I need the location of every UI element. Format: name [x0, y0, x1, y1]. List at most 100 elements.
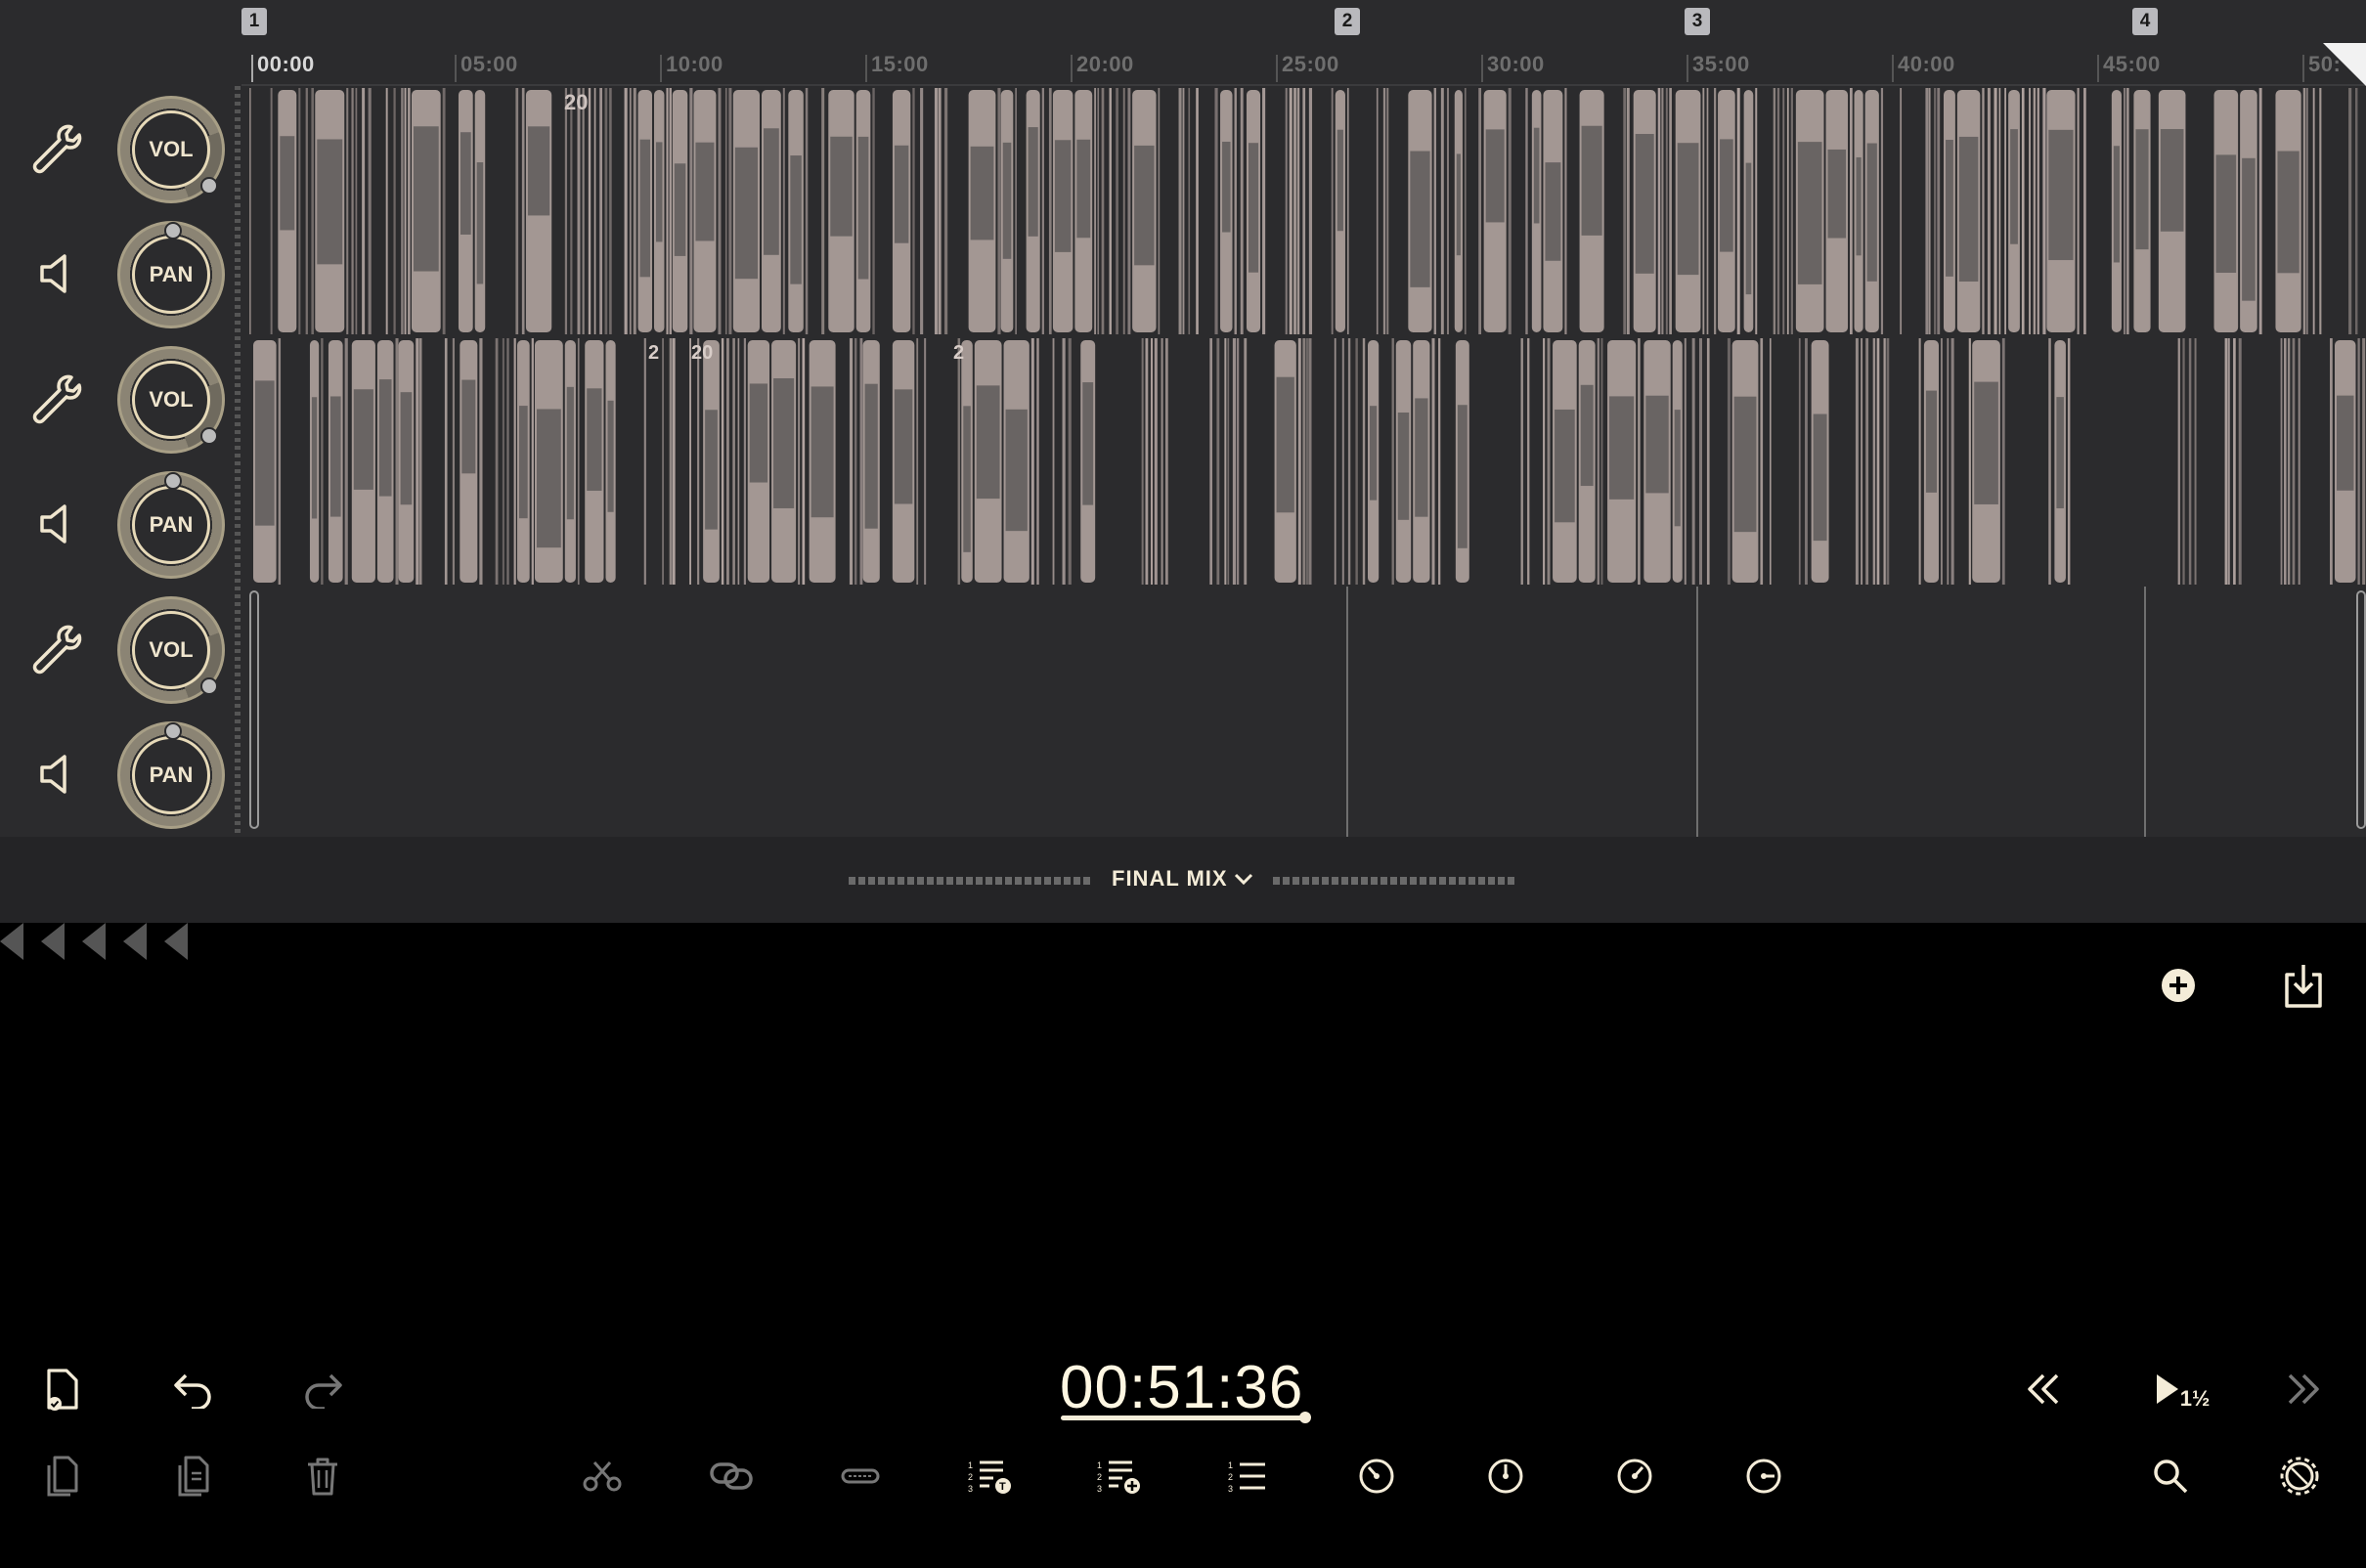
play-half-speed-button[interactable]: 1½: [2147, 1360, 2215, 1418]
wrench-icon[interactable]: [22, 365, 90, 433]
track-3-pan-row: PAN: [0, 712, 241, 837]
gauge-fast-icon[interactable]: [1605, 1447, 1664, 1505]
pan-knob[interactable]: PAN: [117, 221, 225, 328]
track-lane-3[interactable]: [235, 587, 2366, 837]
region-label: 2: [953, 342, 965, 364]
gauge-normal-icon[interactable]: [1476, 1447, 1535, 1505]
split-icon[interactable]: [573, 1447, 632, 1505]
mix-dash-left: [849, 877, 1093, 885]
corner-fold-icon[interactable]: [2323, 43, 2366, 86]
gauge-slow-icon[interactable]: [1347, 1447, 1406, 1505]
marker-2[interactable]: 2: [1335, 8, 1360, 35]
svg-text:1: 1: [1097, 1460, 1102, 1470]
volume-knob[interactable]: VOL: [117, 96, 225, 203]
svg-text:3: 3: [968, 1484, 973, 1494]
lane-handle[interactable]: [235, 336, 241, 587]
track-2-pan-row: PAN: [0, 461, 241, 587]
ruler-tick: 10:00: [660, 54, 723, 82]
volume-knob-label: VOL: [132, 361, 210, 439]
pan-knob[interactable]: PAN: [117, 471, 225, 579]
final-mix-label: FINAL MIX: [1112, 866, 1228, 891]
pan-knob-label: PAN: [132, 486, 210, 564]
ruler-tick: 35:00: [1687, 54, 1750, 82]
chevron-down-icon: [1234, 866, 1253, 892]
marker-4[interactable]: 4: [2132, 8, 2158, 35]
ruler-tick: 30:00: [1481, 54, 1545, 82]
gauge-max-icon[interactable]: [1734, 1447, 1793, 1505]
rewind-icon[interactable]: [2014, 1360, 2073, 1418]
link-icon[interactable]: [702, 1447, 761, 1505]
copy-icon[interactable]: [33, 1447, 92, 1505]
fast-forward-icon[interactable]: [2274, 1360, 2333, 1418]
volume-knob[interactable]: VOL: [117, 346, 225, 454]
timecode-display[interactable]: 00:51:36: [1060, 1353, 1303, 1422]
track-2-vol-row: VOL: [0, 336, 241, 461]
marker-line: [1346, 587, 1348, 837]
ruler-tick: 00:00: [251, 54, 315, 82]
marker-1[interactable]: 1: [241, 8, 267, 35]
pan-knob-label: PAN: [132, 236, 210, 314]
lane-handle[interactable]: [235, 587, 241, 837]
svg-text:2: 2: [968, 1472, 973, 1482]
numbered-list-icon[interactable]: 1 2 3: [1218, 1447, 1277, 1505]
waveform-track-1[interactable]: [241, 86, 2366, 336]
list-text-icon[interactable]: 1 2 3 T: [960, 1447, 1019, 1505]
knob-indicator: [200, 677, 218, 695]
timeline-ruler[interactable]: 00:00 05:00 10:00 15:00 20:00 25:00 30:0…: [241, 0, 2366, 86]
pan-knob-label: PAN: [132, 736, 210, 814]
undo-icon[interactable]: [164, 1360, 223, 1418]
volume-knob-label: VOL: [132, 110, 210, 189]
chevron-left-icon: [0, 923, 23, 960]
ruler-tick: 05:00: [455, 54, 518, 82]
svg-text:3: 3: [1097, 1484, 1102, 1494]
region-handle-right[interactable]: [2356, 590, 2366, 829]
chevron-left-icon: [82, 923, 106, 960]
region-handle-left[interactable]: [249, 590, 259, 829]
marker-3[interactable]: 3: [1685, 8, 1710, 35]
knob-indicator: [164, 222, 182, 240]
track-3-vol-row: VOL: [0, 587, 241, 712]
save-document-icon[interactable]: [33, 1360, 92, 1418]
redo-icon[interactable]: [293, 1360, 352, 1418]
wrench-icon[interactable]: [22, 114, 90, 183]
speaker-icon[interactable]: [22, 240, 90, 308]
download-icon[interactable]: [2274, 956, 2333, 1015]
waveform-track-2[interactable]: [241, 336, 2366, 587]
knob-indicator: [164, 722, 182, 740]
marker-line: [1696, 587, 1698, 837]
final-mix-dropdown[interactable]: FINAL MIX: [1112, 866, 1253, 892]
volume-knob-label: VOL: [132, 611, 210, 689]
trash-icon[interactable]: [293, 1447, 352, 1505]
search-icon[interactable]: [2141, 1447, 2200, 1505]
track-lane-1[interactable]: 20: [235, 86, 2366, 336]
play-speed-label: 1½: [2179, 1386, 2211, 1411]
pan-knob[interactable]: PAN: [117, 721, 225, 829]
timecode-progress[interactable]: [1061, 1412, 1311, 1423]
svg-text:3: 3: [1228, 1484, 1233, 1494]
ruler-tick: 25:00: [1276, 54, 1339, 82]
lane-handle[interactable]: [235, 86, 241, 336]
knob-indicator: [200, 177, 218, 195]
ruler-tick: 40:00: [1892, 54, 1955, 82]
progress-knob[interactable]: [1299, 1412, 1311, 1423]
paste-icon[interactable]: [164, 1447, 223, 1505]
ruler-tick: 15:00: [865, 54, 929, 82]
track-lanes[interactable]: 20 2 20 2: [235, 86, 2366, 837]
track-headers: VOL PAN VOL PAN VOL PAN: [0, 86, 241, 837]
speaker-icon[interactable]: [22, 490, 90, 558]
crossfade-icon[interactable]: [831, 1447, 890, 1505]
gear-icon[interactable]: [2270, 1447, 2329, 1505]
plus-circle-icon[interactable]: [2149, 956, 2208, 1015]
track-1-pan-row: PAN: [0, 211, 241, 336]
volume-knob[interactable]: VOL: [117, 596, 225, 704]
list-add-icon[interactable]: 1 2 3: [1089, 1447, 1148, 1505]
wrench-icon[interactable]: [22, 615, 90, 683]
svg-text:2: 2: [1228, 1472, 1233, 1482]
region-label: 20: [691, 342, 714, 364]
collapse-panel-handle[interactable]: [0, 923, 205, 960]
track-lane-2[interactable]: 2 20 2: [235, 336, 2366, 587]
chevron-left-icon: [164, 923, 188, 960]
svg-text:1: 1: [968, 1460, 973, 1470]
track-1-vol-row: VOL: [0, 86, 241, 211]
speaker-icon[interactable]: [22, 740, 90, 808]
